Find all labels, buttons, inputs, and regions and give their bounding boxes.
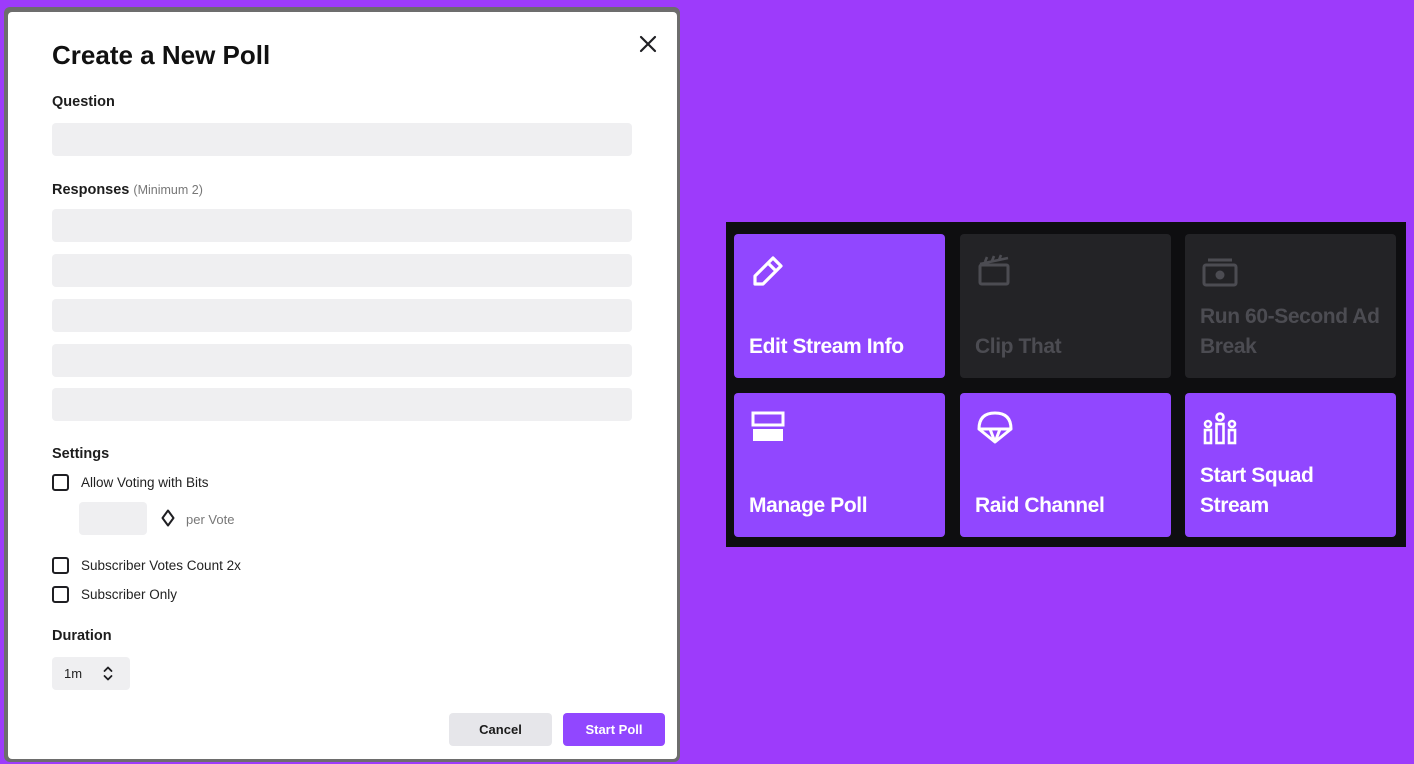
edit-stream-info-tile[interactable]: Edit Stream Info — [734, 234, 945, 378]
response-input-3[interactable] — [52, 299, 632, 332]
responses-label-text: Responses — [52, 182, 130, 198]
subscriber-only-checkbox[interactable] — [52, 586, 69, 603]
subscriber-only-label: Subscriber Only — [81, 587, 178, 602]
tile-label: Run 60-Second Ad Break — [1200, 305, 1380, 358]
question-label: Question — [52, 94, 115, 110]
updown-caret-icon — [103, 666, 113, 681]
settings-label: Settings — [52, 446, 110, 462]
tile-label: Clip That — [975, 335, 1062, 358]
question-input[interactable] — [52, 123, 632, 156]
create-poll-dialog: Create a New Poll Question Responses (Mi… — [8, 12, 677, 759]
squad-icon — [1203, 412, 1237, 445]
start-poll-button[interactable]: Start Poll — [563, 713, 665, 746]
response-input-4[interactable] — [52, 344, 632, 377]
tile-label: Start Squad Stream — [1200, 464, 1314, 517]
bits-amount-input[interactable] — [79, 502, 147, 535]
ad-money-icon — [1202, 258, 1238, 287]
responses-label: Responses (Minimum 2) — [52, 182, 203, 198]
close-icon — [639, 35, 657, 53]
duration-label: Duration — [52, 628, 112, 644]
dialog-title: Create a New Poll — [52, 40, 271, 70]
clapperboard-icon — [978, 254, 1010, 286]
tile-label: Raid Channel — [975, 494, 1105, 517]
poll-icon — [751, 411, 785, 441]
raid-channel-tile[interactable]: Raid Channel — [960, 393, 1171, 537]
response-input-2[interactable] — [52, 254, 632, 287]
subscriber-votes-checkbox[interactable] — [52, 557, 69, 574]
subscriber-votes-label: Subscriber Votes Count 2x — [81, 558, 241, 573]
response-input-5[interactable] — [52, 388, 632, 421]
clip-that-tile[interactable]: Clip That — [960, 234, 1171, 378]
cancel-button[interactable]: Cancel — [449, 713, 552, 746]
duration-value: 1m — [64, 666, 83, 681]
responses-hint: (Minimum 2) — [133, 183, 203, 197]
close-button[interactable] — [636, 32, 660, 56]
duration-select[interactable]: 1m — [52, 657, 130, 690]
allow-bits-checkbox[interactable] — [52, 474, 69, 491]
response-input-1[interactable] — [52, 209, 632, 242]
per-vote-label: per Vote — [186, 512, 235, 527]
tile-label: Manage Poll — [749, 494, 868, 517]
quick-actions-panel: Edit Stream Info Clip That Run 60-Second… — [726, 222, 1406, 547]
tile-label: Edit Stream Info — [749, 335, 904, 358]
start-squad-stream-tile[interactable]: Start Squad Stream — [1185, 393, 1396, 537]
pencil-icon — [753, 256, 783, 286]
allow-bits-label: Allow Voting with Bits — [81, 475, 209, 490]
run-ad-break-tile[interactable]: Run 60-Second Ad Break — [1185, 234, 1396, 378]
manage-poll-tile[interactable]: Manage Poll — [734, 393, 945, 537]
bits-icon — [161, 509, 175, 527]
parachute-icon — [977, 411, 1013, 444]
